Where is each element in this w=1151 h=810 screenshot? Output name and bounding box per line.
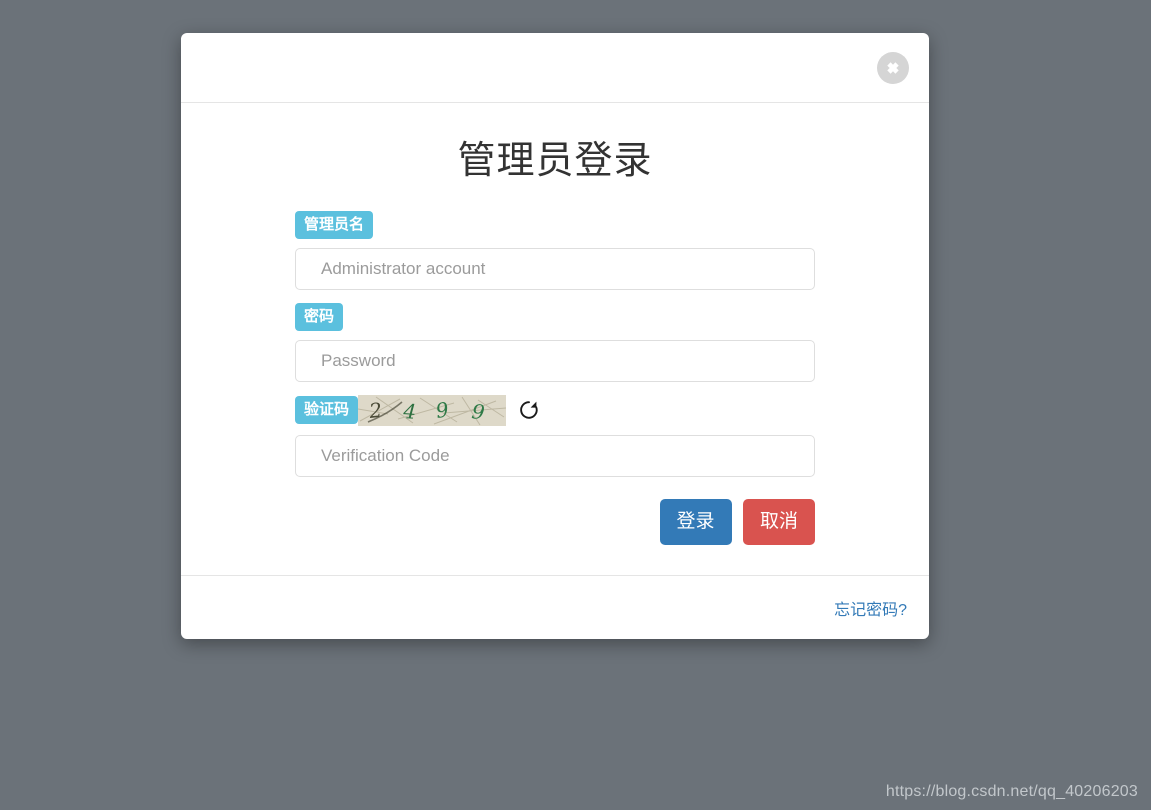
- close-circle-icon[interactable]: [877, 52, 909, 84]
- login-dialog: 管理员登录 管理员名 密码 验证码: [181, 33, 929, 639]
- watermark: https://blog.csdn.net/qq_40206203: [885, 783, 1138, 800]
- close-glyph-icon: [887, 62, 899, 74]
- login-form: 管理员名 密码 验证码: [295, 183, 815, 545]
- dialog-footer: 忘记密码?: [181, 575, 929, 638]
- page-title: 管理员登录: [457, 140, 653, 182]
- cancel-button[interactable]: 取消: [742, 498, 815, 545]
- forgot-password-link[interactable]: 忘记密码?: [834, 602, 907, 619]
- refresh-arrow-icon: [520, 401, 538, 420]
- form-group-password: 密码: [295, 302, 815, 382]
- verify-code-input[interactable]: [295, 434, 815, 477]
- password-input[interactable]: [295, 339, 815, 382]
- captcha-image[interactable]: 2 4 9 9: [358, 394, 507, 426]
- form-group-admin-name: 管理员名: [295, 210, 815, 290]
- admin-name-input[interactable]: [295, 247, 815, 290]
- captcha-glyphs-icon: 2 4 9 9: [358, 394, 507, 426]
- dialog-body: 管理员登录 管理员名 密码 验证码: [181, 103, 929, 575]
- captcha-row: 验证码 2 4 9 9: [295, 394, 815, 426]
- svg-text:2: 2: [367, 398, 383, 423]
- label-password: 密码: [295, 302, 344, 331]
- dialog-header: [181, 33, 929, 103]
- form-group-verify-code: 验证码 2 4 9 9 Verification Code: [295, 394, 815, 477]
- refresh-icon[interactable]: [518, 399, 540, 421]
- label-admin-name: 管理员名: [295, 210, 374, 239]
- label-verify-code: 验证码: [295, 396, 359, 425]
- login-button[interactable]: 登录: [659, 498, 732, 545]
- svg-text:4: 4: [402, 399, 417, 424]
- dialog-actions: 登录 取消: [295, 498, 815, 545]
